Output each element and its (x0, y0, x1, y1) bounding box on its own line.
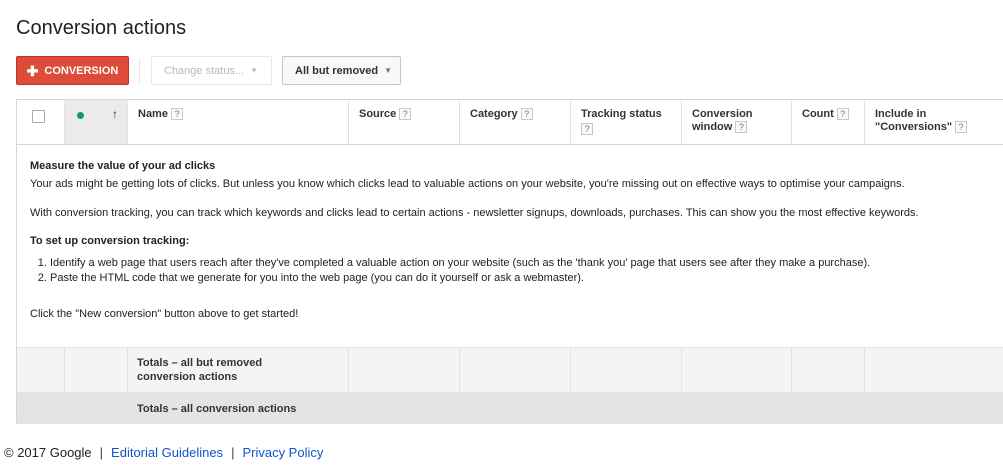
help-icon[interactable]: ? (581, 123, 593, 135)
column-conversion-window[interactable]: Conversion window? (682, 100, 792, 144)
column-include-label-2: "Conversions" (875, 121, 953, 133)
empty-state-paragraph: With conversion tracking, you can track … (30, 207, 919, 219)
totals-label-line: conversion actions (137, 371, 238, 383)
totals-label: Totals – all but removed conversion acti… (137, 356, 262, 384)
status-sort-column[interactable]: ↑ (65, 100, 128, 144)
setup-step: Paste the HTML code that we generate for… (50, 271, 1003, 286)
column-category[interactable]: Category? (460, 100, 571, 144)
help-icon[interactable]: ? (170, 108, 183, 121)
totals-cell (17, 348, 65, 392)
totals-cell (349, 348, 460, 392)
column-category-label: Category (470, 108, 518, 120)
setup-steps: Identify a web page that users reach aft… (30, 256, 1003, 286)
column-name[interactable]: Name? (128, 100, 349, 144)
help-icon[interactable]: ? (399, 108, 412, 121)
chevron-down-icon: ▼ (250, 66, 259, 75)
empty-state-cta: Click the "New conversion" button above … (30, 308, 299, 320)
add-conversion-button[interactable]: ✚ CONVERSION (16, 56, 129, 85)
filter-label: All but removed (295, 64, 379, 77)
totals-row-all: Totals – all conversion actions (17, 393, 1003, 424)
add-conversion-label: CONVERSION (44, 64, 119, 77)
totals-cell (571, 348, 682, 392)
totals-cell (65, 348, 128, 392)
empty-state-heading: Measure the value of your ad clicks (30, 160, 216, 172)
help-icon[interactable]: ? (520, 108, 533, 121)
sort-arrow-up-icon: ↑ (112, 107, 118, 121)
copyright-text: © 2017 Google (4, 445, 92, 460)
column-count[interactable]: Count? (792, 100, 865, 144)
totals-label-line: Totals – all but removed (137, 357, 263, 369)
setup-step: Identify a web page that users reach aft… (50, 256, 1003, 271)
help-icon[interactable]: ? (955, 121, 968, 134)
page-title: Conversion actions (16, 17, 187, 39)
column-conversion-window-label-2: window (692, 121, 733, 133)
editorial-guidelines-link[interactable]: Editorial Guidelines (111, 445, 223, 460)
totals-cell (460, 348, 571, 392)
table-header-row: ↑ Name? Source? Category? Tracking statu… (17, 100, 1003, 145)
column-tracking-status[interactable]: Tracking status? (571, 100, 682, 144)
help-icon[interactable]: ? (735, 121, 748, 134)
totals-cell (792, 348, 865, 392)
totals-label: Totals – all conversion actions (137, 403, 297, 415)
column-count-label: Count (802, 108, 834, 120)
column-tracking-status-label: Tracking status (581, 108, 662, 120)
footer: © 2017 Google | Editorial Guidelines | Priva… (4, 445, 323, 460)
privacy-policy-link[interactable]: Privacy Policy (242, 445, 323, 460)
plus-icon: ✚ (26, 62, 39, 79)
select-all-cell (17, 100, 65, 144)
select-all-checkbox[interactable] (32, 110, 45, 123)
totals-cell (682, 348, 792, 392)
change-status-dropdown[interactable]: Change status... ▼ (151, 56, 272, 85)
column-name-label: Name (138, 108, 168, 120)
chevron-down-icon: ▼ (384, 66, 393, 75)
column-source[interactable]: Source? (349, 100, 460, 144)
setup-heading: To set up conversion tracking: (30, 235, 190, 247)
change-status-label: Change status... (164, 64, 245, 77)
empty-state-message: Measure the value of your ad clicks Your… (17, 145, 1003, 348)
footer-separator: | (99, 445, 104, 460)
totals-row-all-but-removed: Totals – all but removed conversion acti… (17, 348, 1003, 393)
column-conversion-window-label-1: Conversion (692, 108, 753, 120)
column-include-label-1: Include in (875, 108, 927, 120)
column-include-in-conversions[interactable]: Include in "Conversions"? (865, 100, 1003, 144)
toolbar-divider (139, 58, 140, 84)
empty-state-paragraph: Your ads might be getting lots of clicks… (30, 178, 905, 190)
filter-dropdown[interactable]: All but removed ▼ (282, 56, 401, 85)
footer-separator: | (231, 445, 235, 460)
column-source-label: Source (359, 108, 397, 120)
conversions-table: ↑ Name? Source? Category? Tracking statu… (16, 99, 1003, 424)
help-icon[interactable]: ? (836, 108, 849, 121)
status-dot-icon (77, 112, 84, 119)
